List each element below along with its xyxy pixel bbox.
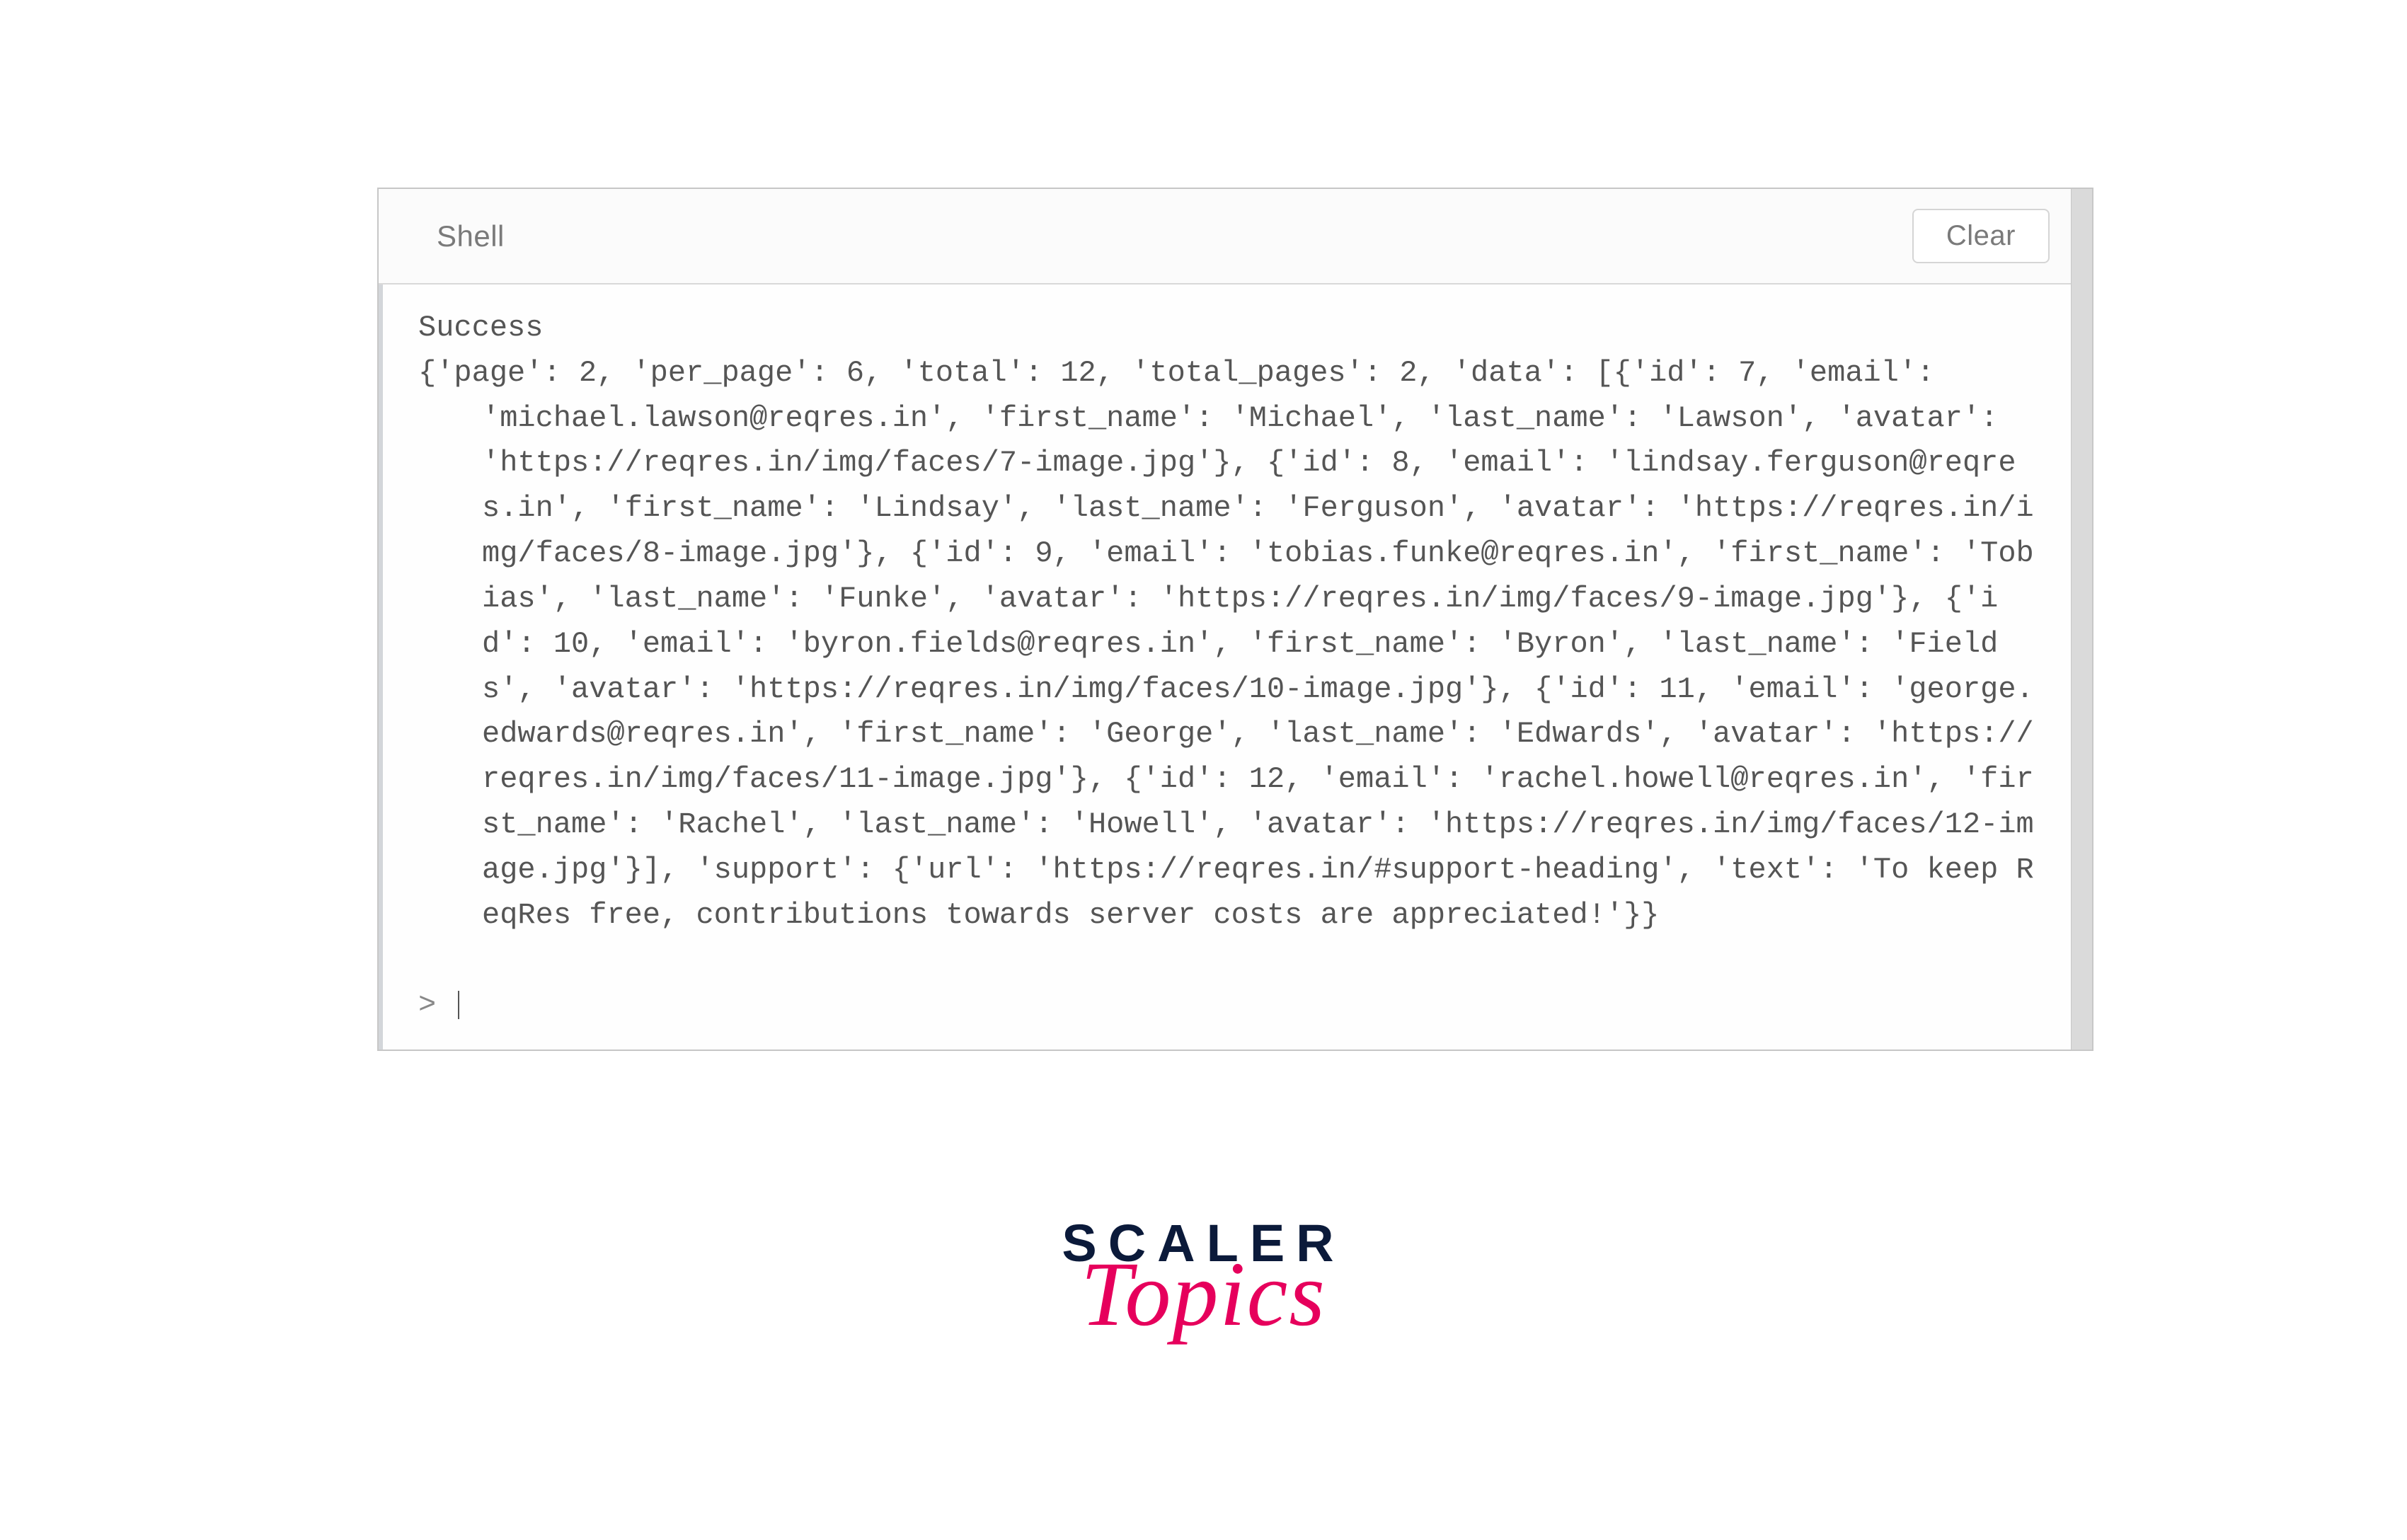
shell-console: Shell Clear Success {'page': 2, 'per_pag…	[377, 188, 2093, 1051]
output-dict-rest: 'michael.lawson@reqres.in', 'first_name'…	[418, 396, 2050, 938]
console-output[interactable]: Success {'page': 2, 'per_page': 6, 'tota…	[379, 285, 2092, 1050]
status-line: Success	[418, 311, 543, 345]
cursor-icon	[458, 991, 459, 1019]
scrollbar[interactable]	[2071, 189, 2092, 1050]
clear-button[interactable]: Clear	[1912, 209, 2050, 263]
prompt: >	[418, 988, 454, 1022]
output-dict-first: {'page': 2, 'per_page': 6, 'total': 12, …	[418, 356, 1953, 390]
brand-sub-text: Topics	[1062, 1248, 1345, 1340]
console-header: Shell Clear	[379, 189, 2092, 285]
scaler-topics-logo: SCALER Topics	[1062, 1217, 1345, 1340]
page-root: Shell Clear Success {'page': 2, 'per_pag…	[0, 0, 2407, 1540]
console-title: Shell	[437, 219, 505, 253]
